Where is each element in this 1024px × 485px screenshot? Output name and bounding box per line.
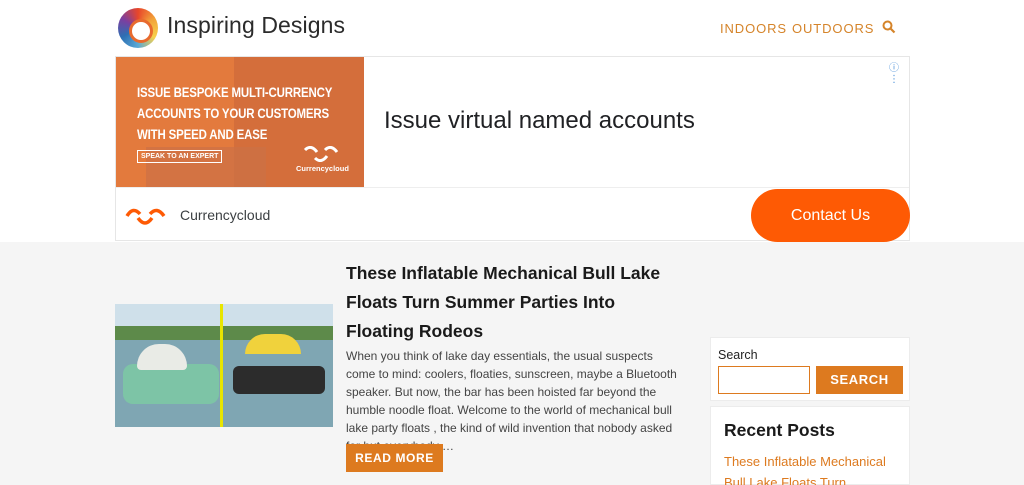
search-icon[interactable] <box>882 20 896 34</box>
recent-posts-title: Recent Posts <box>724 420 835 440</box>
ad-image-cta: SPEAK TO AN EXPERT <box>137 150 223 163</box>
search-label: Search <box>718 348 758 362</box>
search-button[interactable]: SEARCH <box>816 366 903 394</box>
nav-item-outdoors[interactable]: OUTDOORS <box>792 21 874 36</box>
contact-us-button[interactable]: Contact Us <box>751 189 910 242</box>
ad-image-brand: Currencycloud <box>296 164 349 173</box>
currencycloud-logo-icon <box>125 208 166 225</box>
ad-image-text: ISSUE BESPOKE MULTI-CURRENCY ACCOUNTS TO… <box>137 85 333 142</box>
image-float-right <box>233 366 325 394</box>
recent-posts-widget: Recent Posts These Inflatable Mechanical… <box>710 406 910 485</box>
ad-info-icon[interactable]: ⓘ ⋮ <box>889 59 909 85</box>
search-input[interactable] <box>718 366 810 394</box>
recent-post-link[interactable]: These Inflatable Mechanical Bull Lake Fl… <box>724 451 904 485</box>
post-thumbnail[interactable] <box>115 304 333 427</box>
currencycloud-logo-icon <box>303 146 339 162</box>
image-float-right-canopy <box>245 334 301 354</box>
site-header: Inspiring Designs INDOORS OUTDOORS ISSUE… <box>0 0 1024 242</box>
ad-advertiser-name[interactable]: Currencycloud <box>180 207 270 223</box>
image-treeline <box>115 326 333 340</box>
post-title[interactable]: These Inflatable Mechanical Bull Lake Fl… <box>346 259 686 346</box>
nav-item-indoors[interactable]: INDOORS <box>720 21 787 36</box>
advertisement-banner[interactable]: ISSUE BESPOKE MULTI-CURRENCY ACCOUNTS TO… <box>115 56 910 242</box>
ad-image[interactable]: ISSUE BESPOKE MULTI-CURRENCY ACCOUNTS TO… <box>116 57 364 187</box>
swirl-logo-icon[interactable] <box>118 8 158 48</box>
image-divider <box>220 304 223 427</box>
site-title[interactable]: Inspiring Designs <box>167 12 345 39</box>
search-widget: Search SEARCH <box>710 337 910 401</box>
image-float-left <box>123 364 219 404</box>
post-excerpt: When you think of lake day essentials, t… <box>346 349 677 453</box>
read-more-button[interactable]: READ MORE <box>346 444 443 472</box>
ad-advertiser-bar: Currencycloud Contact Us <box>116 187 910 242</box>
ad-headline[interactable]: Issue virtual named accounts <box>384 107 695 135</box>
